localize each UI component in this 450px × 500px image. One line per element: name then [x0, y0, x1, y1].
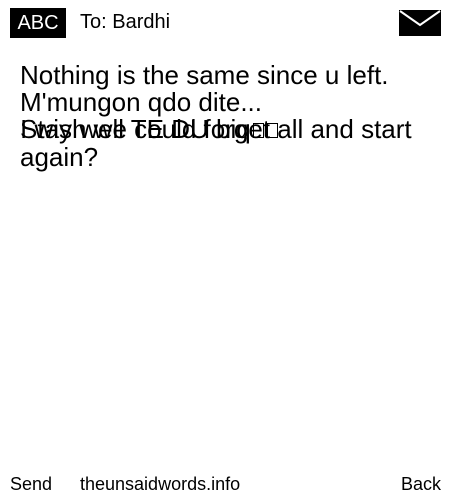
site-label: theunsaidwords.info	[80, 474, 241, 494]
softkey-bar: Send theunsaidwords.info Back	[0, 472, 450, 498]
input-mode-badge[interactable]: ABC	[10, 8, 66, 38]
back-softkey[interactable]: Back	[401, 472, 441, 496]
message-line-2: M'mungon qdo dite...	[20, 87, 262, 117]
message-line-1: Nothing is the same since u left.	[20, 60, 389, 90]
message-line-4: I wish we could forget all and start aga…	[20, 114, 412, 172]
message-header: ABC To: Bardhi	[0, 0, 450, 44]
send-softkey[interactable]: Send	[10, 472, 52, 496]
envelope-icon[interactable]	[399, 10, 441, 36]
recipient-line: To: Bardhi	[80, 11, 171, 33]
